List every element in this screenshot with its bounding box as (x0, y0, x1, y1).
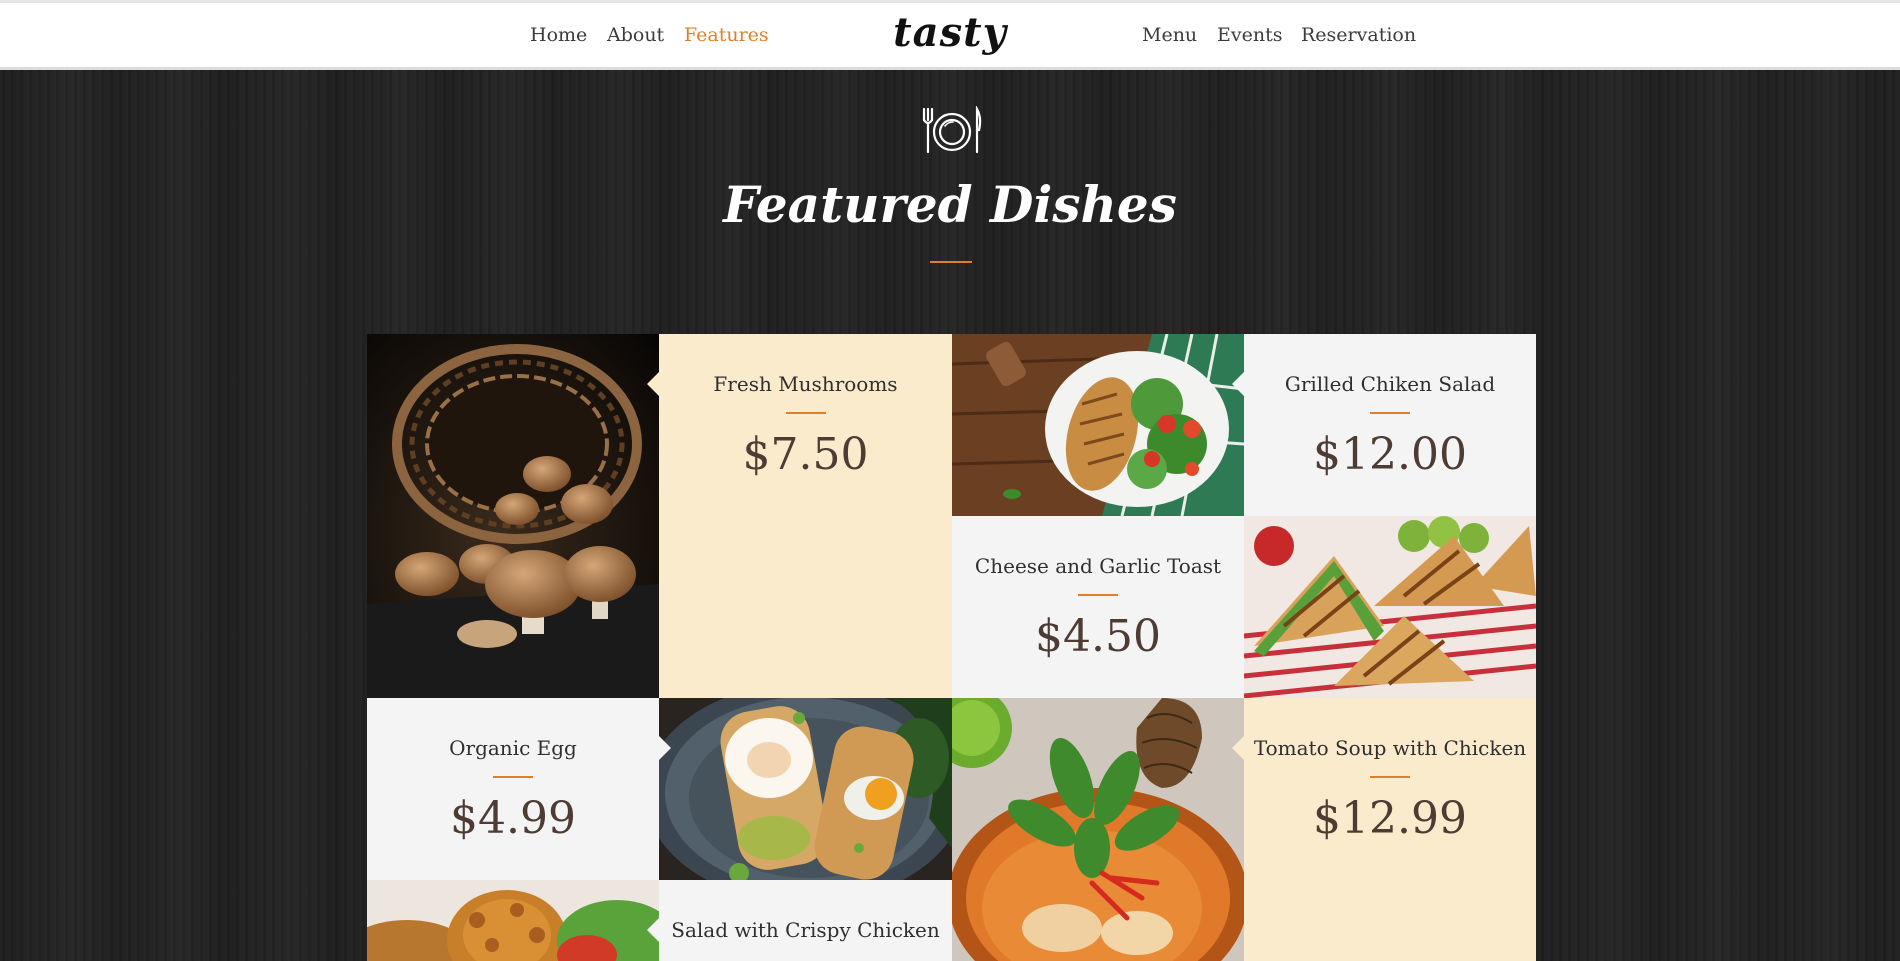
tomato-soup-photo[interactable] (952, 698, 1244, 961)
nav-link-menu[interactable]: Menu (1142, 24, 1197, 46)
dish-price: $7.50 (742, 429, 869, 480)
nav-link-reservation[interactable]: Reservation (1301, 24, 1416, 46)
dish-card-grilled-chicken-salad[interactable]: Grilled Chiken Salad $12.00 (1232, 334, 1536, 516)
dish-name: Grilled Chiken Salad (1284, 372, 1496, 396)
dish-card-salad-crispy-chicken[interactable]: Salad with Crispy Chicken (647, 880, 952, 961)
dish-price: $4.99 (450, 793, 576, 844)
dish-card-fresh-mushrooms[interactable]: Fresh Mushrooms $7.50 (647, 334, 952, 698)
dish-divider (785, 412, 826, 414)
tile-pointer (1232, 736, 1244, 760)
dish-name: Organic Egg (449, 736, 577, 760)
tile-pointer (647, 918, 659, 942)
dish-name: Fresh Mushrooms (713, 372, 898, 396)
top-navbar: Home About Features tasty Menu Events Re… (0, 0, 1900, 70)
mushrooms-photo[interactable] (367, 334, 659, 698)
dish-card-tomato-soup-chicken[interactable]: Tomato Soup with Chicken $12.99 (1232, 698, 1536, 961)
section-title: Featured Dishes (723, 175, 1177, 234)
tile-pointer (647, 372, 659, 396)
poached-egg-toast-photo[interactable] (659, 698, 952, 880)
nav-link-home[interactable]: Home (530, 24, 587, 46)
dish-divider (1078, 594, 1118, 596)
logo-container: tasty (0, 9, 1900, 56)
dish-name: Salad with Crispy Chicken (671, 918, 940, 942)
toast-sandwich-photo[interactable] (1244, 516, 1536, 698)
dish-card-organic-egg[interactable]: Organic Egg $4.99 (367, 698, 659, 880)
plate-cutlery-icon (922, 106, 982, 154)
title-divider (930, 261, 972, 263)
dish-name: Tomato Soup with Chicken (1253, 736, 1527, 760)
site-logo[interactable]: tasty (893, 9, 1007, 56)
dish-divider (1370, 412, 1410, 414)
dish-divider (1370, 776, 1410, 778)
grilled-chicken-salad-photo[interactable] (952, 334, 1244, 516)
dish-price: $12.99 (1313, 793, 1467, 844)
nav-link-about[interactable]: About (607, 24, 664, 46)
nav-link-events[interactable]: Events (1217, 24, 1282, 46)
nav-link-features[interactable]: Features (684, 24, 769, 46)
dish-name: Cheese and Garlic Toast (974, 554, 1222, 578)
dish-card-cheese-garlic-toast[interactable]: Cheese and Garlic Toast $4.50 (952, 516, 1244, 698)
tile-pointer (659, 736, 671, 760)
tile-pointer (1232, 372, 1244, 396)
dish-price: $12.00 (1313, 429, 1467, 480)
dish-price: $4.50 (1035, 611, 1161, 662)
crispy-chicken-photo[interactable] (367, 880, 659, 961)
dish-divider (493, 776, 533, 778)
